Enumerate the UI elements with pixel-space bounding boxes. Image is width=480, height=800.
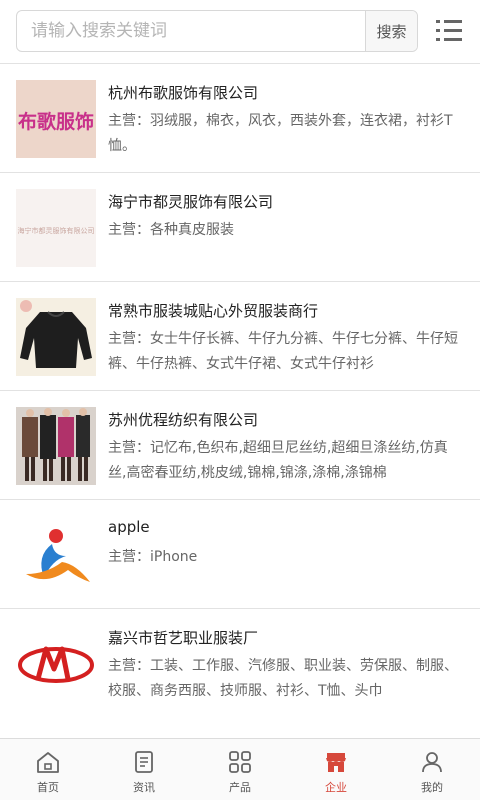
tab-news-label: 资讯: [133, 781, 155, 794]
tab-news[interactable]: 资讯: [96, 739, 192, 800]
company-business: 主营：记忆布,色织布,超细旦尼丝纺,超细旦涤丝纺,仿真丝,高密春亚纺,桃皮绒,锦…: [108, 440, 448, 481]
tab-companies-label: 企业: [325, 781, 347, 794]
company-name[interactable]: 苏州优程纺织有限公司: [108, 409, 458, 430]
home-icon: [37, 752, 59, 773]
list-item[interactable]: 海宁市都灵服饰有限公司 海宁市都灵服饰有限公司 主营：各种真皮服装: [0, 172, 480, 281]
company-logo: [16, 516, 96, 594]
search-box: 搜索: [16, 10, 418, 52]
tab-home[interactable]: 首页: [0, 739, 96, 800]
company-business: 主营：各种真皮服装: [108, 222, 234, 238]
list-item[interactable]: 常熟市服装城贴心外贸服装商行 主营：女士牛仔长裤、牛仔九分裤、牛仔七分裤、牛仔短…: [0, 281, 480, 390]
list-item[interactable]: 嘉兴市哲艺职业服装厂 主营：工装、工作服、汽修服、职业装、劳保服、制服、校服、商…: [0, 608, 480, 717]
company-business: 主营：iPhone: [108, 549, 198, 565]
search-button[interactable]: 搜索: [365, 11, 417, 51]
store-icon: [326, 753, 346, 772]
tab-products[interactable]: 产品: [192, 739, 288, 800]
tab-mine[interactable]: 我的: [384, 739, 480, 800]
company-business: 主营：羽绒服，棉衣，风衣，西装外套，连衣裙，衬衫T恤。: [108, 113, 453, 154]
company-logo: [16, 625, 96, 703]
list-menu-icon[interactable]: [434, 16, 464, 46]
company-name[interactable]: apple: [108, 518, 458, 536]
news-icon: [135, 751, 153, 773]
product-image: [16, 407, 96, 485]
svg-text:布歌服饰: 布歌服饰: [18, 110, 94, 133]
company-business: 主营：女士牛仔长裤、牛仔九分裤、牛仔七分裤、牛仔短裤、牛仔热裤、女式牛仔裙、女式…: [108, 331, 458, 372]
company-list: 布歌服饰 杭州布歌服饰有限公司 主营：羽绒服，棉衣，风衣，西装外套，连衣裙，衬衫…: [0, 63, 480, 717]
tab-home-label: 首页: [37, 781, 59, 794]
list-item[interactable]: 布歌服饰 杭州布歌服饰有限公司 主营：羽绒服，棉衣，风衣，西装外套，连衣裙，衬衫…: [0, 63, 480, 172]
grid-icon: [229, 751, 251, 773]
company-name[interactable]: 杭州布歌服饰有限公司: [108, 82, 458, 103]
list-item[interactable]: 苏州优程纺织有限公司 主营：记忆布,色织布,超细旦尼丝纺,超细旦涤丝纺,仿真丝,…: [0, 390, 480, 499]
tab-products-label: 产品: [229, 781, 251, 794]
tab-companies[interactable]: 企业: [288, 739, 384, 800]
company-logo: 布歌服饰: [16, 80, 96, 158]
company-logo: 海宁市都灵服饰有限公司: [16, 189, 96, 267]
company-name[interactable]: 常熟市服装城贴心外贸服装商行: [108, 300, 458, 321]
user-icon: [422, 752, 442, 773]
company-name[interactable]: 嘉兴市哲艺职业服装厂: [108, 627, 458, 648]
product-image: [16, 298, 96, 376]
header: 搜索: [0, 0, 480, 64]
list-item[interactable]: apple 主营：iPhone: [0, 499, 480, 608]
company-name[interactable]: 海宁市都灵服饰有限公司: [108, 191, 458, 212]
tab-mine-label: 我的: [421, 781, 443, 794]
svg-text:海宁市都灵服饰有限公司: 海宁市都灵服饰有限公司: [18, 226, 95, 235]
bottom-tab-bar: 首页 资讯 产品 企业 我的: [0, 738, 480, 800]
company-business: 主营：工装、工作服、汽修服、职业装、劳保服、制服、校服、商务西服、技师服、衬衫、…: [108, 658, 458, 699]
search-input[interactable]: [17, 11, 365, 51]
